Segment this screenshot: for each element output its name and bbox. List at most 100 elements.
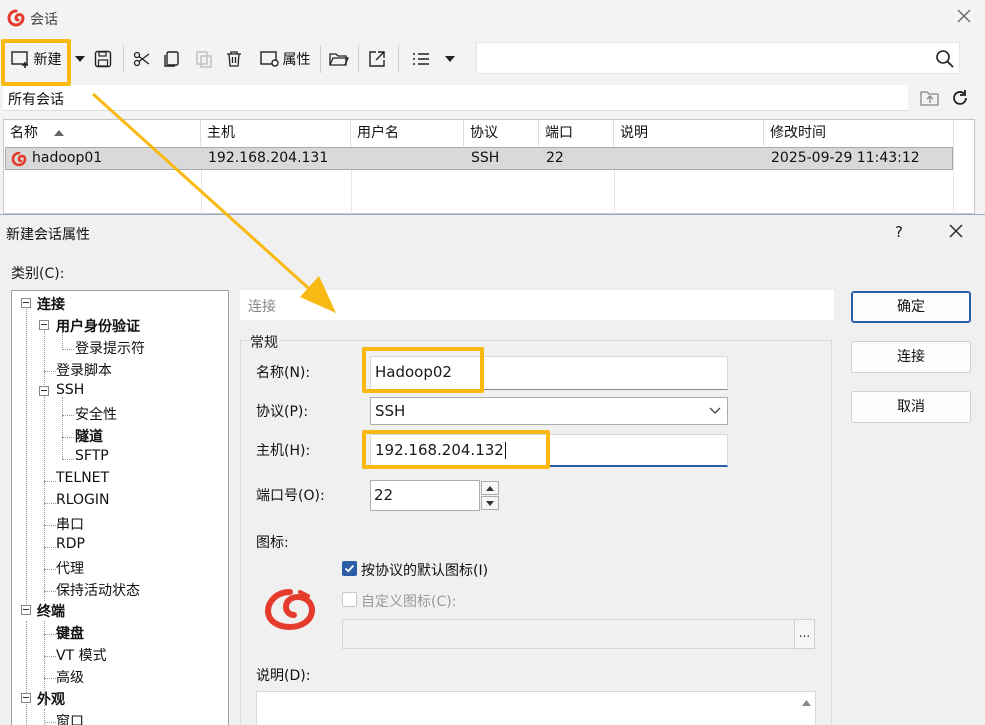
tree-connector xyxy=(62,397,63,459)
tree-item-proxy[interactable]: 代理 xyxy=(56,558,84,578)
column-divider xyxy=(953,146,954,214)
tree-item-keep-alive[interactable]: 保持活动状态 xyxy=(56,580,140,600)
scroll-up-icon[interactable] xyxy=(802,700,811,706)
tree-item-rlogin[interactable]: RLOGIN xyxy=(56,492,110,508)
tree-item-appearance[interactable]: 外观 xyxy=(37,689,65,709)
column-header-host[interactable]: 主机 xyxy=(201,120,351,146)
column-header-name[interactable]: 名称 xyxy=(4,120,201,146)
toolbar-separator xyxy=(398,45,399,73)
tree-connector xyxy=(62,415,74,416)
cell-port: 22 xyxy=(546,150,564,166)
cell-name: hadoop01 xyxy=(32,150,103,166)
column-header-description[interactable]: 说明 xyxy=(614,120,764,146)
ok-button[interactable]: 确定 xyxy=(851,291,971,323)
sessions-window: 会话 新建 属性 所有会话 名称 主机 用户名 协议 端口 说明 修改时间 ha… xyxy=(0,0,985,214)
port-increment-button[interactable] xyxy=(481,481,499,495)
custom-icon-checkbox[interactable] xyxy=(342,592,357,607)
delete-button[interactable] xyxy=(223,40,245,78)
close-icon[interactable] xyxy=(957,9,975,27)
tree-item-advanced[interactable]: 高级 xyxy=(56,667,84,687)
title-bar xyxy=(0,0,985,36)
protocol-selected-value: SSH xyxy=(375,402,406,420)
tree-item-login-prompts[interactable]: 登录提示符 xyxy=(75,338,145,358)
tree-connector xyxy=(44,591,56,592)
protocol-label: 协议(P): xyxy=(256,404,309,420)
caret-down-icon xyxy=(445,56,455,62)
tree-item-ssh[interactable]: SSH xyxy=(56,382,84,398)
description-textarea[interactable] xyxy=(256,691,816,725)
tree-connector xyxy=(62,349,74,350)
tree-collapse-icon[interactable] xyxy=(39,320,49,330)
properties-button[interactable]: 属性 xyxy=(255,40,315,78)
close-icon[interactable] xyxy=(949,224,963,238)
export-button[interactable] xyxy=(366,40,388,78)
tree-item-tunneling[interactable]: 隧道 xyxy=(75,426,103,446)
toolbar-separator xyxy=(320,45,321,73)
session-path: 所有会话 xyxy=(8,92,64,108)
tree-connector xyxy=(44,371,56,372)
folder-open-icon xyxy=(329,50,349,68)
paste-button[interactable] xyxy=(193,40,215,78)
folder-up-icon[interactable] xyxy=(920,89,940,107)
tree-item-telnet[interactable]: TELNET xyxy=(56,470,109,486)
tree-collapse-icon[interactable] xyxy=(39,386,49,396)
tree-connector xyxy=(44,481,56,482)
help-button[interactable]: ? xyxy=(895,223,903,241)
cell-protocol: SSH xyxy=(471,150,500,166)
column-header-protocol[interactable]: 协议 xyxy=(464,120,539,146)
tree-item-keyboard[interactable]: 键盘 xyxy=(56,623,84,643)
tree-item-authentication[interactable]: 用户身份验证 xyxy=(56,316,140,336)
tree-item-security[interactable]: 安全性 xyxy=(75,404,117,424)
tree-connector xyxy=(44,678,56,679)
tree-collapse-icon[interactable] xyxy=(21,298,31,308)
window-title: 会话 xyxy=(30,12,58,28)
cancel-button[interactable]: 取消 xyxy=(851,391,971,423)
port-decrement-button[interactable] xyxy=(481,496,499,510)
scissors-icon xyxy=(133,50,151,68)
tree-collapse-icon[interactable] xyxy=(21,693,31,703)
session-search-input[interactable] xyxy=(476,42,960,74)
port-input[interactable]: 22 xyxy=(370,480,480,511)
search-icon[interactable] xyxy=(935,49,955,69)
tree-item-window[interactable]: 窗口 xyxy=(56,711,84,725)
panel-header-title: 连接 xyxy=(248,299,276,315)
default-icon-checkbox[interactable] xyxy=(342,561,357,576)
view-dropdown[interactable] xyxy=(442,40,458,78)
protocol-select[interactable]: SSH xyxy=(370,397,728,425)
tree-collapse-icon[interactable] xyxy=(21,605,31,615)
tree-item-terminal[interactable]: 终端 xyxy=(37,601,65,621)
view-list-button[interactable] xyxy=(408,40,434,78)
tree-connector xyxy=(44,525,56,526)
column-header-port[interactable]: 端口 xyxy=(539,120,614,146)
table-row[interactable]: hadoop01 192.168.204.131 SSH 22 2025-09-… xyxy=(5,147,953,170)
general-group-label: 常规 xyxy=(250,332,280,352)
sort-ascending-icon xyxy=(54,130,65,136)
tree-item-vt-modes[interactable]: VT 模式 xyxy=(56,645,107,665)
new-session-dropdown[interactable] xyxy=(72,40,88,78)
save-button[interactable] xyxy=(91,40,115,78)
tree-connector xyxy=(44,547,56,548)
tree-item-sftp[interactable]: SFTP xyxy=(75,448,109,464)
refresh-icon[interactable] xyxy=(950,88,970,108)
highlight-name-field xyxy=(362,347,484,393)
cell-host: 192.168.204.131 xyxy=(208,150,329,166)
panel-header: 连接 xyxy=(240,290,834,320)
custom-icon-label[interactable]: 自定义图标(C): xyxy=(361,591,456,611)
column-header-user[interactable]: 用户名 xyxy=(351,120,464,146)
highlight-new-button xyxy=(1,39,71,86)
custom-icon-path-input[interactable] xyxy=(342,619,795,649)
tree-item-rdp[interactable]: RDP xyxy=(56,536,85,552)
default-icon-label[interactable]: 按协议的默认图标(I) xyxy=(361,560,488,580)
copy-button[interactable] xyxy=(161,40,183,78)
connect-button[interactable]: 连接 xyxy=(851,341,971,373)
open-button[interactable] xyxy=(328,40,350,78)
tree-item-connection[interactable]: 连接 xyxy=(37,294,65,314)
column-header-modified[interactable]: 修改时间 xyxy=(764,120,954,146)
browse-icon-button[interactable]: ... xyxy=(794,619,815,649)
tree-item-serial[interactable]: 串口 xyxy=(56,514,84,534)
spin-up-icon xyxy=(486,485,494,491)
protocol-logo-icon xyxy=(264,586,316,630)
tree-item-login-scripts[interactable]: 登录脚本 xyxy=(56,360,112,380)
cut-button[interactable] xyxy=(131,40,153,78)
caret-down-icon xyxy=(75,56,85,62)
